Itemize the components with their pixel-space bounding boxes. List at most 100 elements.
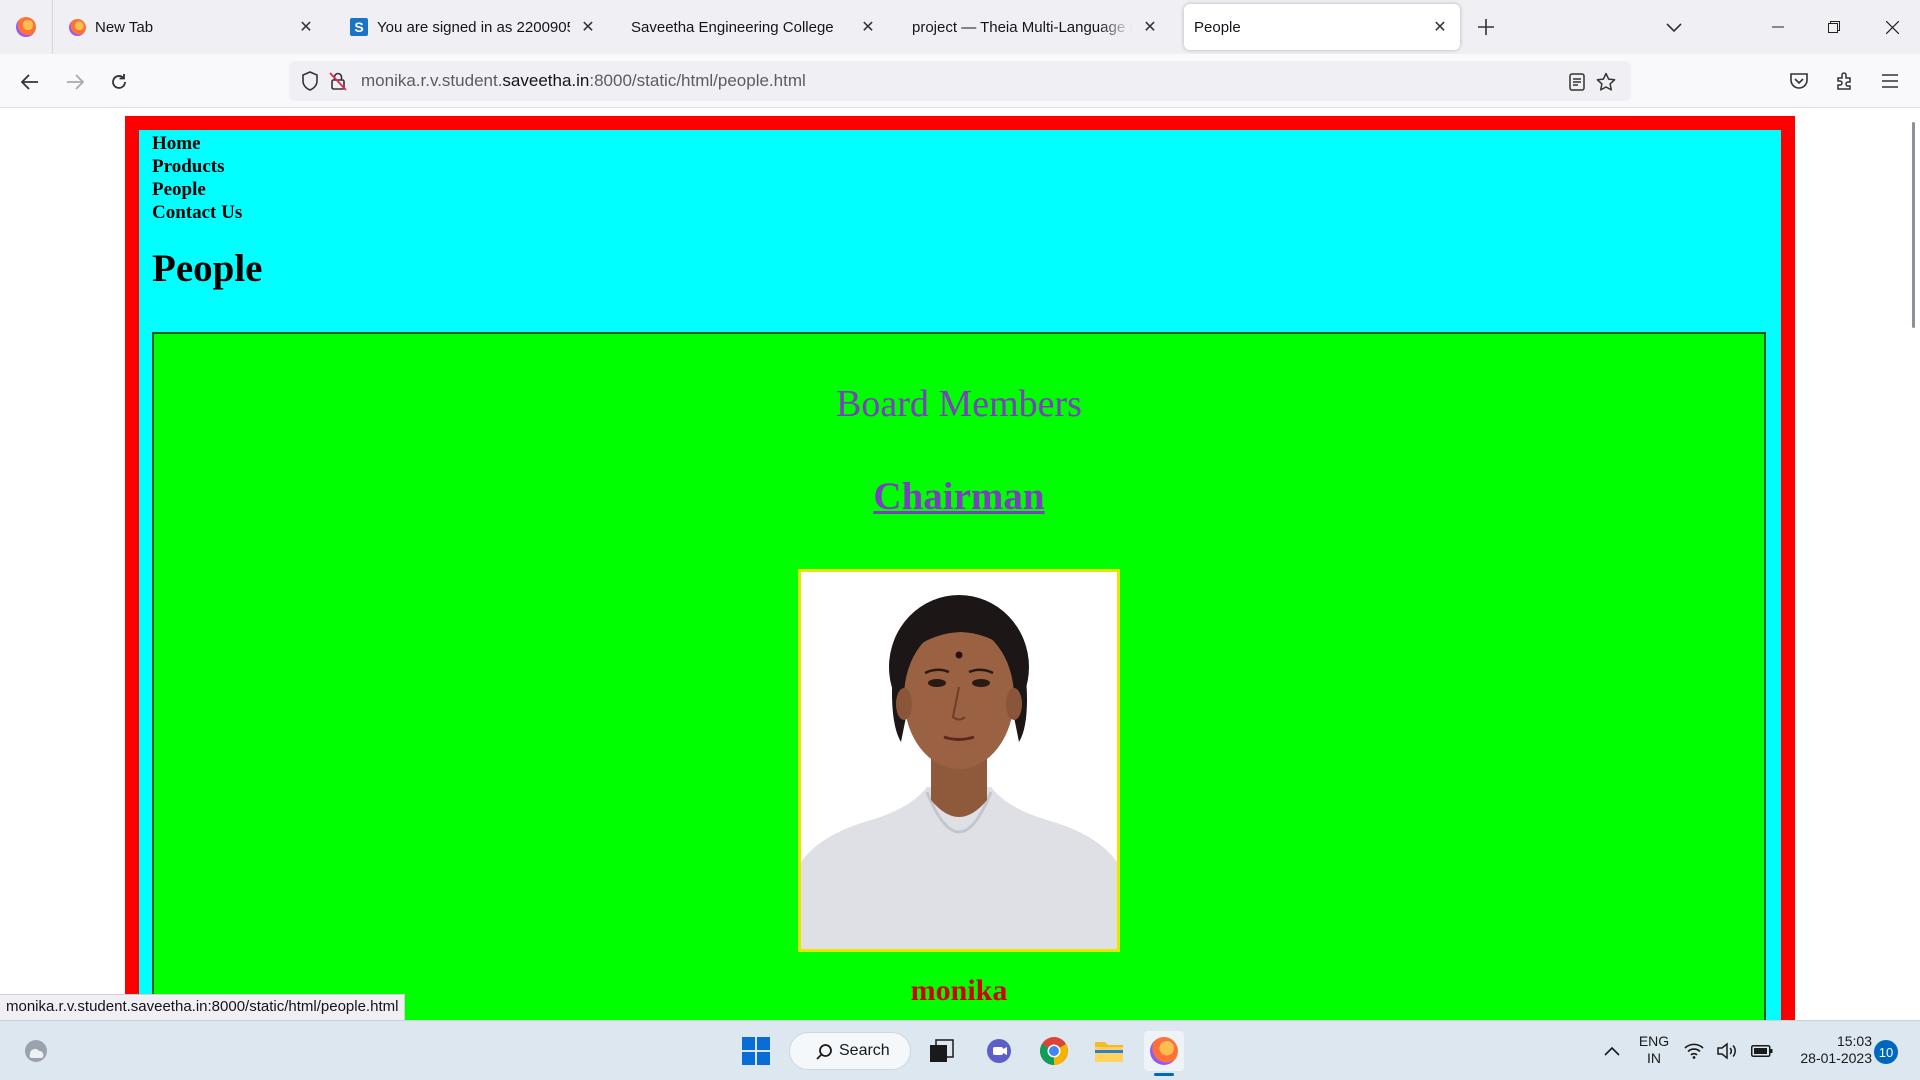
weather-icon <box>25 1040 47 1062</box>
puzzle-icon <box>1837 72 1851 90</box>
tab-title: project — Theia Multi-Language Ex <box>912 18 1132 36</box>
weather-widget[interactable] <box>16 1031 56 1071</box>
close-icon[interactable]: ✕ <box>576 15 600 39</box>
close-icon[interactable]: ✕ <box>294 15 318 39</box>
page-title: People <box>152 247 263 290</box>
wifi-status[interactable] <box>1680 1031 1708 1071</box>
file-explorer-button[interactable] <box>1089 1031 1129 1071</box>
chairman-link[interactable]: Chairman <box>154 474 1764 519</box>
new-tab-button[interactable] <box>1472 13 1500 41</box>
chairman-photo <box>798 569 1120 952</box>
chat-icon <box>987 1039 1011 1063</box>
restore-icon <box>1828 21 1840 33</box>
close-icon <box>1885 20 1899 34</box>
pocket-button[interactable] <box>1785 67 1813 95</box>
url-text[interactable]: monika.r.v.student.saveetha.in:8000/stat… <box>361 71 806 91</box>
reader-view-icon[interactable] <box>1565 70 1589 94</box>
tab-title: People <box>1194 18 1241 36</box>
link-status-bar: monika.r.v.student.saveetha.in:8000/stat… <box>0 994 406 1020</box>
task-view-button[interactable] <box>922 1031 962 1071</box>
board-members-section: Board Members Chairman monika <box>152 332 1766 1020</box>
region-code: IN <box>1647 1050 1661 1066</box>
site-navigation-menu: Home Products People Contact Us <box>152 130 1768 224</box>
search-label: Search <box>839 1042 890 1059</box>
hamburger-icon <box>1882 74 1898 88</box>
arrow-left-icon <box>21 74 38 90</box>
firefox-icon <box>16 17 36 37</box>
battery-icon <box>1751 1045 1773 1057</box>
bookmark-star-icon[interactable] <box>1594 70 1618 94</box>
firefox-view-button[interactable] <box>0 0 53 54</box>
page-body: Home Products People Contact Us People B… <box>139 130 1781 1020</box>
language-code: ENG <box>1638 1033 1670 1049</box>
close-icon[interactable]: ✕ <box>1428 15 1452 39</box>
insecure-lock-icon[interactable] <box>327 70 349 92</box>
firefox-taskbar-button[interactable] <box>1144 1031 1184 1071</box>
show-hidden-icons-button[interactable] <box>1592 1031 1632 1071</box>
url-domain: saveetha.in <box>502 71 590 90</box>
back-button[interactable] <box>15 67 45 97</box>
close-icon[interactable]: ✕ <box>1138 15 1162 39</box>
contact-us-link[interactable]: Contact Us <box>152 201 1768 224</box>
windows-taskbar: Search ENG IN 15:03 28-01-2023 <box>0 1020 1920 1080</box>
tab-project-theia[interactable]: project — Theia Multi-Language Ex ✕ <box>904 4 1170 50</box>
minimize-button[interactable] <box>1750 0 1806 54</box>
close-icon[interactable]: ✕ <box>856 15 880 39</box>
tab-saveetha[interactable]: Saveetha Engineering College ✕ <box>622 4 888 50</box>
menu-item-contact-us: Contact Us <box>152 201 1768 224</box>
battery-status[interactable] <box>1748 1031 1776 1071</box>
clock[interactable]: 15:03 28-01-2023 <box>1780 1033 1872 1067</box>
chevron-down-icon <box>1666 23 1682 33</box>
start-button[interactable] <box>736 1031 776 1071</box>
tab-title: You are signed in as 22009056 <box>377 18 570 36</box>
volume-status[interactable] <box>1714 1031 1742 1071</box>
pocket-icon <box>1790 73 1808 89</box>
reload-button[interactable] <box>104 67 134 97</box>
page-viewport: Home Products People Contact Us People B… <box>0 108 1920 1020</box>
tab-title: New Tab <box>95 18 154 36</box>
tab-title: Saveetha Engineering College <box>631 18 834 36</box>
chrome-icon <box>1040 1037 1068 1065</box>
teams-chat-button[interactable] <box>979 1031 1019 1071</box>
navigation-toolbar: monika.r.v.student.saveetha.in:8000/stat… <box>0 54 1920 108</box>
menu-item-home: Home <box>152 132 1768 155</box>
search-icon <box>816 1043 833 1060</box>
forward-button[interactable] <box>60 67 90 97</box>
portrait-image <box>801 572 1117 949</box>
tab-new-tab[interactable]: New Tab ✕ <box>60 4 326 50</box>
minimize-icon <box>1772 26 1784 28</box>
chrome-button[interactable] <box>1034 1031 1074 1071</box>
taskbar-search[interactable]: Search <box>789 1032 911 1070</box>
clock-date: 28-01-2023 <box>1800 1050 1872 1066</box>
page-scrollbar[interactable] <box>1908 108 1920 1020</box>
folder-icon <box>1095 1042 1123 1062</box>
products-link[interactable]: Products <box>152 155 1768 178</box>
active-app-indicator <box>1154 1073 1174 1076</box>
s-site-icon: S <box>350 18 368 36</box>
app-menu-button[interactable] <box>1876 67 1904 95</box>
url-path: :8000/static/html/people.html <box>589 71 806 90</box>
close-window-button[interactable] <box>1864 0 1920 54</box>
outer-red-border: Home Products People Contact Us People B… <box>125 116 1795 1020</box>
arrow-right-icon <box>67 74 84 90</box>
firefox-icon <box>1150 1037 1178 1065</box>
extensions-button[interactable] <box>1831 67 1859 95</box>
shield-icon[interactable] <box>299 70 321 92</box>
chevron-up-icon <box>1604 1046 1620 1056</box>
clock-time: 15:03 <box>1836 1033 1872 1049</box>
tab-people[interactable]: People ✕ <box>1184 4 1460 50</box>
tab-strip: New Tab ✕ S You are signed in as 2200905… <box>0 0 1920 54</box>
list-all-tabs-button[interactable] <box>1660 14 1688 42</box>
people-link[interactable]: People <box>152 178 1768 201</box>
restore-button[interactable] <box>1806 0 1862 54</box>
scrollbar-thumb[interactable] <box>1912 122 1915 328</box>
tab-signed-in[interactable]: S You are signed in as 22009056 ✕ <box>342 4 608 50</box>
home-link[interactable]: Home <box>152 132 1768 155</box>
url-bar[interactable]: monika.r.v.student.saveetha.in:8000/stat… <box>289 61 1631 101</box>
firefox-icon <box>68 18 86 36</box>
language-indicator[interactable]: ENG IN <box>1632 1033 1676 1067</box>
plus-icon <box>1478 19 1494 35</box>
notification-badge[interactable]: 10 <box>1874 1040 1898 1064</box>
url-prefix: monika.r.v.student. <box>361 71 503 90</box>
reload-icon <box>112 74 126 89</box>
